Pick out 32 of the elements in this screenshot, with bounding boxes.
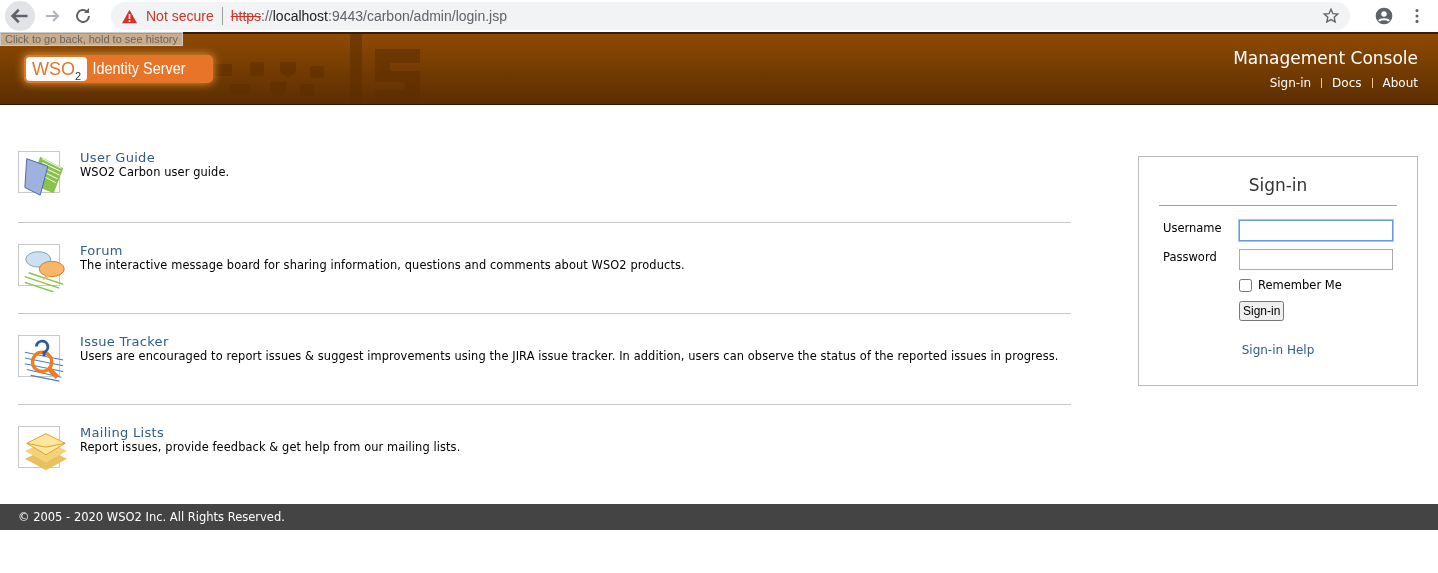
remember-checkbox[interactable] — [1239, 278, 1252, 292]
sign-in-button[interactable]: Sign-in — [1239, 301, 1285, 321]
warning-icon — [121, 8, 138, 24]
menu-icon[interactable] — [1414, 7, 1420, 25]
url-text: https://localhost:9443/carbon/admin/login.jsp — [230, 8, 508, 24]
star-icon[interactable] — [1322, 7, 1340, 25]
header-link[interactable]: About — [1382, 76, 1418, 90]
header-link[interactable]: Sign-in — [1269, 76, 1312, 90]
logo: WSO$_{2}$ Identity Server — [24, 55, 213, 83]
resource-description: Users are encouraged to report issues & suggest improvements using the JIRA issue tracker. In addition, users can observe the status of the reported issues in progress. — [80, 349, 1059, 363]
sign-in-heading: Sign-in — [1248, 175, 1308, 195]
resource-description: Report issues, provide feedback & get help from our mailing lists. — [80, 440, 461, 454]
resource-link[interactable]: Mailing Lists — [80, 425, 461, 440]
username-label: Username — [1163, 220, 1223, 235]
address-bar[interactable]: Not secure https://localhost:9443/carbon/admin/login.jsp — [111, 2, 1350, 30]
password-label: Password — [1163, 249, 1218, 264]
back-icon[interactable] — [5, 1, 35, 31]
resource-description: WSO2 Carbon user guide. — [80, 165, 230, 179]
resource-link[interactable]: Issue Tracker — [80, 334, 1059, 349]
console-title: Management Console — [1233, 48, 1418, 68]
resource-link[interactable]: User Guide — [80, 150, 230, 165]
copyright-text: © 2005 - 2020 WSO2 Inc. All Rights Reserved. — [18, 510, 285, 524]
password-field[interactable] — [1239, 249, 1393, 270]
username-field[interactable] — [1239, 220, 1393, 241]
resource-description: The interactive message board for sharing information, questions and comments about WSO2 products. — [80, 258, 685, 272]
sign-in-help-link[interactable]: Sign-in Help — [1241, 343, 1315, 357]
profile-icon[interactable] — [1374, 6, 1394, 26]
remember-label: Remember Me — [1258, 278, 1342, 292]
resource-link[interactable]: Forum — [80, 243, 685, 258]
tooltip: Click to go back, hold to see history — [0, 32, 184, 46]
header-link[interactable]: Docs — [1332, 76, 1362, 90]
security-label: Not secure — [146, 8, 214, 24]
